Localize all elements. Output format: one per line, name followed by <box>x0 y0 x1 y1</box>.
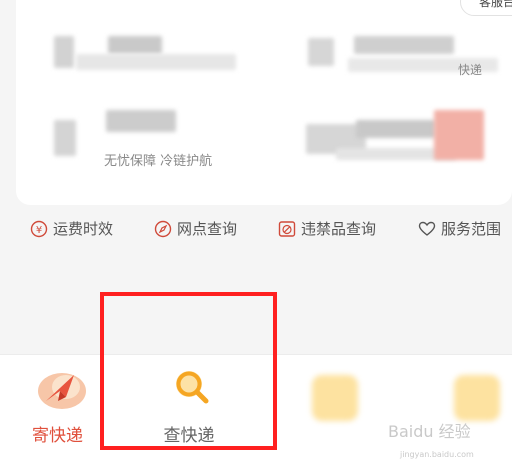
nav-label: 查快递 <box>163 426 215 446</box>
services-card: 快递 无忧保障 冷链护航 <box>16 0 512 205</box>
yen-circle-icon: ¥ <box>30 220 48 238</box>
service-subtitle: 快递 <box>458 63 483 77</box>
shortcut-branch-search[interactable]: 网点查询 <box>154 218 237 239</box>
nav-label: 寄快递 <box>32 426 83 446</box>
service-title-blurred <box>106 110 176 132</box>
compass-icon <box>154 220 172 238</box>
send-rocket-icon <box>36 367 88 415</box>
search-icon <box>172 367 212 411</box>
service-title-blurred <box>108 36 162 54</box>
shortcut-prohibited-items[interactable]: 违禁品查询 <box>278 218 376 239</box>
service-title-blurred <box>54 120 76 156</box>
heart-icon <box>418 220 436 238</box>
service-title-blurred <box>54 36 74 68</box>
service-title-blurred <box>356 120 436 138</box>
service-subtitle-blurred <box>76 54 236 70</box>
shortcut-service-area[interactable]: 服务范围 <box>418 218 501 239</box>
shortcut-label: 运费时效 <box>53 220 114 238</box>
nav-item-blurred[interactable] <box>454 375 500 421</box>
service-subtitle: 无忧保障 冷链护航 <box>104 154 213 169</box>
service-title-blurred <box>354 36 454 54</box>
customer-service-button[interactable]: 客服台 <box>460 0 512 16</box>
nav-item-blurred[interactable] <box>312 375 358 421</box>
shortcut-label: 网点查询 <box>177 220 238 238</box>
service-title-blurred <box>308 38 334 66</box>
watermark-sub: jingyan.baidu.com <box>400 450 474 459</box>
shortcut-label: 违禁品查询 <box>301 220 377 238</box>
shortcut-shipping-fee[interactable]: ¥ 运费时效 <box>30 218 113 239</box>
svg-text:¥: ¥ <box>36 225 42 236</box>
service-image-blurred <box>434 110 484 160</box>
nav-send-express[interactable]: 寄快递 <box>14 355 110 467</box>
watermark: Baidu 经验 <box>388 422 471 441</box>
shortcut-label: 服务范围 <box>441 220 502 238</box>
nav-track-express[interactable]: 查快递 <box>124 355 254 467</box>
prohibited-icon <box>278 220 296 238</box>
